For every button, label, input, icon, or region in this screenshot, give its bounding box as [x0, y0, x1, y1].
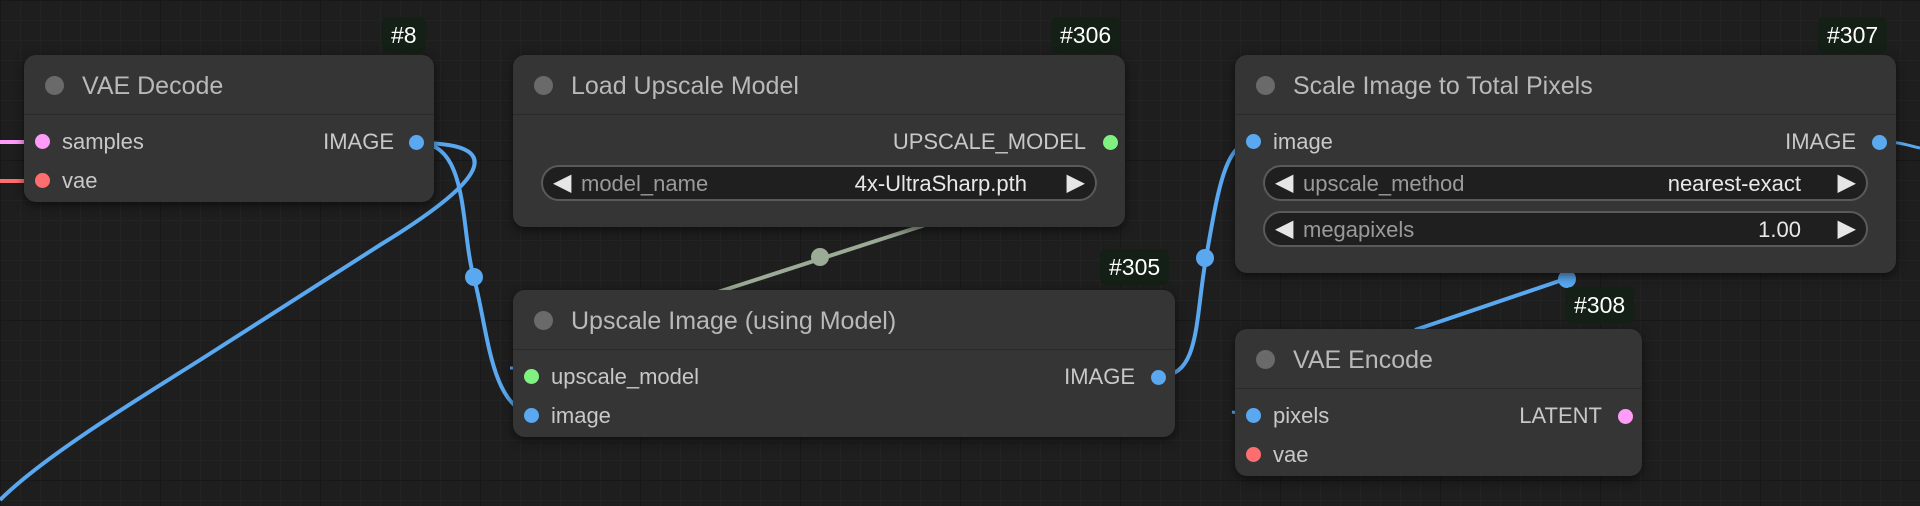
input-slot-upscale-model[interactable]: [524, 369, 539, 384]
left-arrow-icon[interactable]: ◀: [1275, 168, 1293, 198]
input-label-image: image: [1273, 129, 1333, 154]
node-header[interactable]: VAE Decode: [24, 55, 434, 115]
right-arrow-icon[interactable]: ▶: [1838, 214, 1856, 244]
vae-encode-node[interactable]: VAE Encode pixels vae LATENT: [1235, 329, 1642, 476]
left-arrow-icon[interactable]: ◀: [1275, 214, 1293, 244]
input-label-samples: samples: [62, 129, 144, 154]
output-label-upscale-model: UPSCALE_MODEL: [892, 129, 1086, 154]
output-label-image: IMAGE: [1785, 129, 1856, 154]
node-header[interactable]: Upscale Image (using Model): [513, 290, 1175, 350]
input-label-upscale-model: upscale_model: [551, 364, 699, 389]
output-slot-image[interactable]: [1151, 370, 1166, 385]
collapse-toggle-icon[interactable]: [534, 311, 553, 330]
output-label-latent: LATENT: [1519, 403, 1602, 428]
widget-name: upscale_method: [1303, 171, 1465, 196]
megapixels-number[interactable]: ◀ megapixels 1.00 ▶: [1263, 211, 1868, 247]
node-title: Scale Image to Total Pixels: [1293, 72, 1593, 100]
collapse-toggle-icon[interactable]: [1256, 76, 1275, 95]
node-id-badge: #8: [382, 17, 426, 53]
node-id-badge: #307: [1818, 17, 1888, 53]
output-slot-latent[interactable]: [1618, 409, 1633, 424]
input-slot-samples[interactable]: [35, 134, 50, 149]
input-slot-image[interactable]: [1246, 134, 1261, 149]
input-label-image: image: [551, 403, 611, 428]
node-title: Load Upscale Model: [571, 72, 799, 100]
output-label-image: IMAGE: [323, 129, 394, 154]
node-title: VAE Decode: [82, 72, 224, 100]
link-midpoint-upscale-model[interactable]: [811, 248, 829, 266]
collapse-toggle-icon[interactable]: [1256, 350, 1275, 369]
input-label-pixels: pixels: [1273, 403, 1330, 428]
output-slot-upscale-model[interactable]: [1103, 135, 1118, 150]
node-id-badge: #308: [1565, 287, 1635, 323]
widget-value: 4x-UltraSharp.pth: [854, 171, 1027, 196]
right-arrow-icon[interactable]: ▶: [1838, 168, 1856, 198]
input-slot-image[interactable]: [524, 408, 539, 423]
link-midpoint-decode[interactable]: [465, 268, 483, 286]
collapse-toggle-icon[interactable]: [45, 76, 64, 95]
upscale-image-node[interactable]: Upscale Image (using Model) upscale_mode…: [513, 290, 1175, 437]
node-header[interactable]: VAE Encode: [1235, 329, 1642, 389]
widget-name: megapixels: [1303, 217, 1415, 242]
node-title: VAE Encode: [1293, 346, 1433, 374]
upscale-method-combo[interactable]: ◀ upscale_method nearest-exact ▶: [1263, 165, 1868, 201]
node-header[interactable]: Scale Image to Total Pixels: [1235, 55, 1896, 115]
node-id-badge: #306: [1051, 17, 1121, 53]
right-arrow-icon[interactable]: ▶: [1067, 168, 1085, 198]
node-id-badge: #305: [1100, 249, 1170, 285]
widget-value: nearest-exact: [1667, 171, 1801, 196]
input-label-vae: vae: [1273, 442, 1309, 467]
node-header[interactable]: Load Upscale Model: [513, 55, 1125, 115]
vae-decode-node[interactable]: VAE Decode samples vae IMAGE: [24, 55, 434, 202]
scale-image-node[interactable]: Scale Image to Total Pixels image IMAGE …: [1235, 55, 1896, 273]
model-name-combo[interactable]: ◀ model_name 4x-UltraSharp.pth ▶: [541, 165, 1097, 201]
input-slot-vae[interactable]: [1246, 447, 1261, 462]
link-midpoint-scale[interactable]: [1196, 249, 1214, 267]
output-slot-image[interactable]: [1872, 135, 1887, 150]
collapse-toggle-icon[interactable]: [534, 76, 553, 95]
output-label-image: IMAGE: [1064, 364, 1135, 389]
input-slot-pixels[interactable]: [1246, 408, 1261, 423]
node-title: Upscale Image (using Model): [571, 307, 897, 335]
input-slot-vae[interactable]: [35, 173, 50, 188]
left-arrow-icon[interactable]: ◀: [553, 168, 571, 198]
widget-value: 1.00: [1758, 217, 1801, 242]
load-upscale-model-node[interactable]: Load Upscale Model UPSCALE_MODEL ◀ model…: [513, 55, 1125, 227]
link-scale-to-encode[interactable]: [1414, 276, 1569, 332]
output-slot-image[interactable]: [409, 135, 424, 150]
input-label-vae: vae: [62, 168, 98, 193]
widget-name: model_name: [581, 171, 709, 196]
